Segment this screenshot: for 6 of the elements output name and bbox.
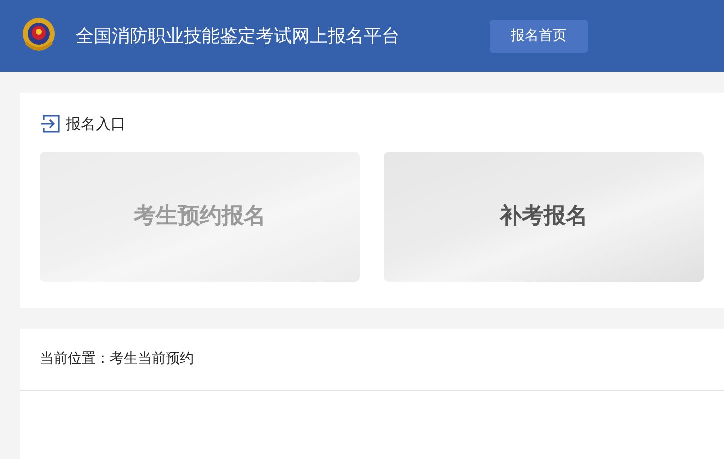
login-icon (40, 113, 62, 136)
breadcrumb: 当前位置：考生当前预约 (40, 351, 194, 367)
registration-card[interactable]: 补考报名 (384, 152, 704, 282)
site-title: 全国消防职业技能鉴定考试网上报名平台 (76, 24, 400, 48)
section-title: 报名入口 (66, 114, 126, 135)
home-button[interactable]: 报名首页 (490, 20, 588, 52)
